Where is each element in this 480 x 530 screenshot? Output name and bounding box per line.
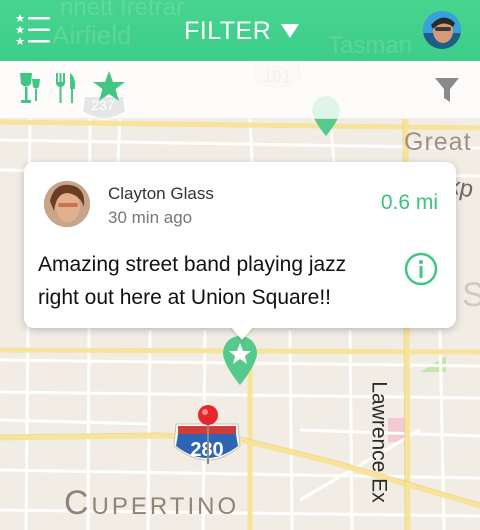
info-circle-icon[interactable] (404, 252, 438, 286)
funnel-icon[interactable] (434, 76, 460, 109)
header-ghost-map-label: nnett Iretrar (60, 0, 185, 21)
wine-glass-icon[interactable] (18, 71, 42, 112)
app-header: nnett Iretrar Airfield Tasman FILTER (0, 0, 480, 61)
triangle-down-icon (281, 24, 300, 38)
post-callout-card[interactable]: Clayton Glass 30 min ago 0.6 mi Amazing … (24, 162, 456, 328)
post-timestamp: 30 min ago (108, 208, 193, 227)
distance-label: 0.6 mi (380, 191, 438, 214)
star-icon[interactable] (92, 70, 126, 109)
post-message: Amazing street band playing jazz right o… (38, 253, 347, 309)
header-title: FILTER (184, 16, 272, 45)
poster-name: Clayton Glass (108, 184, 214, 203)
header-ghost-map-label: Tasman (328, 32, 413, 59)
callout-pointer (230, 326, 254, 340)
header-ghost-map-label: Airfield (52, 20, 132, 50)
list-menu-icon[interactable] (15, 14, 52, 46)
category-filter-bar (0, 61, 480, 119)
fork-knife-icon[interactable] (54, 71, 78, 112)
filter-dropdown-button[interactable]: FILTER (184, 15, 300, 47)
user-profile-avatar[interactable] (423, 11, 461, 49)
poster-avatar[interactable] (44, 181, 90, 227)
